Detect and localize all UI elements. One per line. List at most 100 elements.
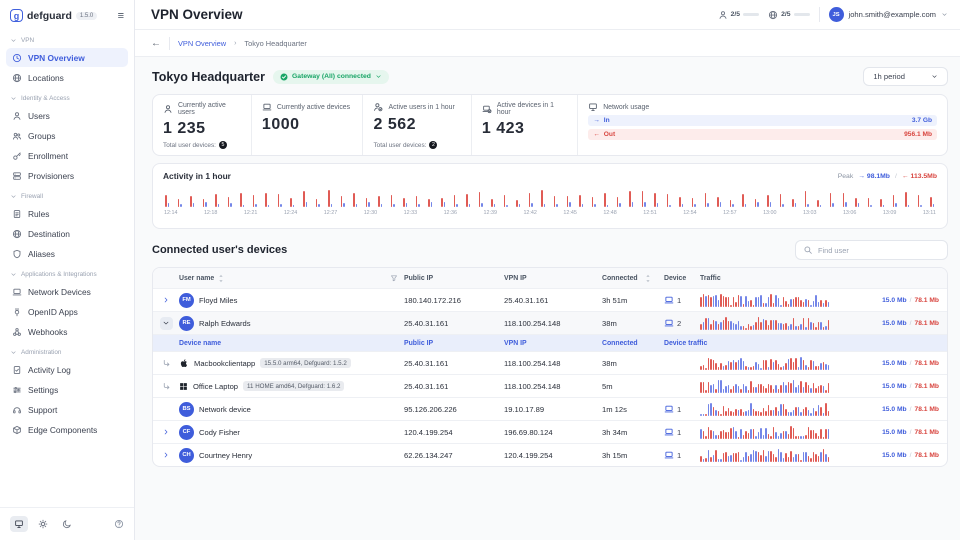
time-tick: 12:54: [683, 210, 697, 216]
filter-icon[interactable]: [390, 274, 404, 282]
theme-light-button[interactable]: [34, 516, 52, 532]
chevron-down-icon: [10, 37, 17, 44]
activity-head: Activity in 1 hour Peak → 98.1Mb / ← 113…: [163, 171, 937, 181]
activity-bar-group: [679, 197, 683, 207]
search-input[interactable]: [818, 246, 940, 255]
device-row[interactable]: Office Laptop 11 HOME amd64, Defguard: 1…: [153, 374, 947, 397]
sidebar-item-vpn-overview[interactable]: VPN Overview: [6, 48, 128, 67]
arrow-left-icon: ←: [593, 131, 600, 138]
activity-bar-group: [893, 195, 897, 207]
gateway-status-badge[interactable]: Gateway (All) connected: [273, 70, 389, 84]
sidebar-item-enrollment[interactable]: Enrollment: [6, 146, 128, 165]
time-tick: 12:42: [523, 210, 537, 216]
sidebar-item-aliases[interactable]: Aliases: [6, 244, 128, 263]
row-expand-button[interactable]: [162, 451, 170, 459]
sidebar-item-webhooks[interactable]: Webhooks: [6, 322, 128, 341]
nav-section-header[interactable]: Applications & Integrations: [0, 264, 134, 281]
sidebar-item-activity-log[interactable]: Activity Log: [6, 360, 128, 379]
traffic-out-value: 78.1 Mb: [914, 320, 939, 327]
breadcrumb-current: Tokyo Headquarter: [244, 39, 306, 48]
activity-bar-group: [316, 199, 320, 207]
col-device[interactable]: Device: [664, 275, 700, 282]
device-count: 1: [664, 404, 681, 414]
row-expand-button[interactable]: [160, 317, 173, 330]
table-row[interactable]: FM Floyd Miles 180.140.172.216 25.40.31.…: [153, 288, 947, 311]
sidebar-item-network-devices[interactable]: Network Devices: [6, 282, 128, 301]
stat-sub: Total user devices: 2: [373, 141, 460, 149]
help-icon[interactable]: [114, 519, 124, 529]
table-row[interactable]: CH Courtney Henry 62.26.134.247 120.4.19…: [153, 443, 947, 466]
chevron-down-icon: [10, 193, 17, 200]
nav-section-header[interactable]: VPN: [0, 30, 134, 47]
table-row[interactable]: RE Ralph Edwards 25.40.31.161 118.100.25…: [153, 311, 947, 334]
activity-bar-group: [830, 193, 834, 207]
sidebar-item-openid-apps[interactable]: OpenID Apps: [6, 302, 128, 321]
back-button[interactable]: ←: [151, 38, 161, 49]
version-badge: 1.5.0: [76, 12, 97, 20]
col-public-ip[interactable]: Public IP: [404, 275, 504, 282]
traffic-out-value: 78.1 Mb: [914, 429, 939, 436]
device-count: 1: [664, 295, 681, 305]
activity-bar-group: [880, 199, 884, 207]
sidebar-item-rules[interactable]: Rules: [6, 204, 128, 223]
theme-dark-button[interactable]: [58, 516, 76, 532]
useractive-icon: [373, 102, 383, 112]
defguard-logo-icon: g: [10, 9, 23, 22]
topbar-right: 2/5 2/5 JS john.smith@example.com: [718, 7, 948, 22]
sidebar-item-settings[interactable]: Settings: [6, 380, 128, 399]
activity-bar-group: [328, 190, 332, 207]
col-connected[interactable]: Connected: [602, 274, 664, 283]
time-tick: 12:33: [404, 210, 418, 216]
row-expand-button[interactable]: [162, 428, 170, 436]
activity-bar-group: [253, 195, 257, 207]
device-row[interactable]: Macbookclientapp 15.5.0 arm64, Defguard:…: [153, 351, 947, 374]
breadcrumb-vpn-overview[interactable]: VPN Overview: [178, 39, 226, 48]
sidebar-item-support[interactable]: Support: [6, 400, 128, 419]
sidebar-item-edge-components[interactable]: Edge Components: [6, 420, 128, 439]
users-quota-bar: [743, 13, 759, 16]
network-usage-icon: [588, 102, 598, 112]
user-name: Courtney Henry: [199, 451, 252, 460]
traffic-out-value: 78.1 Mb: [914, 297, 939, 304]
chevron-down-icon: [375, 73, 382, 80]
activity-bar-group: [654, 193, 658, 207]
sidebar-item-locations[interactable]: Locations: [6, 68, 128, 87]
period-select[interactable]: 1h period: [863, 67, 948, 86]
activity-bar-group: [930, 197, 934, 207]
table-row[interactable]: CF Cody Fisher 120.4.199.254 196.69.80.1…: [153, 420, 947, 443]
user-menu[interactable]: JS john.smith@example.com: [829, 7, 948, 22]
activity-bar-group: [529, 193, 533, 207]
sidebar-item-groups[interactable]: Groups: [6, 126, 128, 145]
device-count: 1: [664, 450, 681, 460]
row-expand-button[interactable]: [162, 296, 170, 304]
hamburger-icon[interactable]: ≡: [118, 10, 124, 22]
find-user-search[interactable]: [795, 240, 948, 260]
network-in-value: 3.7 Gb: [912, 117, 932, 124]
public-ip: 25.40.31.161: [404, 359, 504, 368]
activity-bar-group: [165, 195, 169, 207]
chevron-down-icon: [10, 95, 17, 102]
activity-bar-group: [592, 197, 596, 207]
sidebar-item-provisioners[interactable]: Provisioners: [6, 166, 128, 185]
nav-section-header[interactable]: Administration: [0, 342, 134, 359]
public-ip: 95.126.206.226: [404, 405, 504, 414]
connected-time: 3h 51m: [602, 296, 664, 305]
stat-card-3: Active devices in 1 hour 1 423: [472, 95, 578, 155]
time-tick: 12:30: [364, 210, 378, 216]
table-row[interactable]: BS Network device 95.126.206.226 19.10.1…: [153, 397, 947, 420]
sort-icon[interactable]: [218, 274, 224, 283]
traffic-out-value: 78.1 Mb: [914, 452, 939, 459]
nav-section-header[interactable]: Identity & Access: [0, 88, 134, 105]
time-tick: 12:51: [643, 210, 657, 216]
col-vpn-ip[interactable]: VPN IP: [504, 275, 602, 282]
sidebar-item-destination[interactable]: Destination: [6, 224, 128, 243]
col-traffic[interactable]: Traffic: [700, 275, 939, 282]
globe-icon: [768, 10, 778, 20]
theme-system-button[interactable]: [10, 516, 28, 532]
nav-section-header[interactable]: Firewall: [0, 186, 134, 203]
chevron-down-icon: [931, 73, 938, 80]
col-user-name[interactable]: User name: [179, 275, 214, 282]
activity-bar-group: [667, 194, 671, 207]
peak-label: Peak: [838, 173, 854, 180]
sidebar-item-users[interactable]: Users: [6, 106, 128, 125]
